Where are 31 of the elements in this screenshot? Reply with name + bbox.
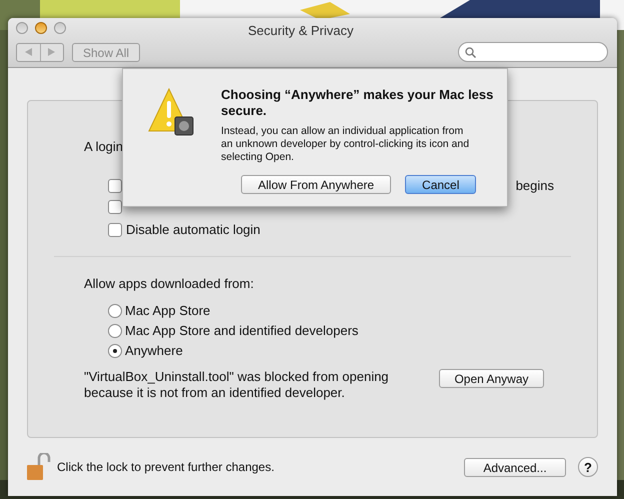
login-text: A login <box>84 138 124 156</box>
checkbox[interactable] <box>108 178 122 192</box>
back-icon <box>24 48 32 56</box>
unlocked-padlock-icon <box>27 453 51 481</box>
alert-message: Instead, you can allow an individual application from an unknown developer by control-clicking its icon and selecting Open. <box>221 125 470 164</box>
minimize-button[interactable] <box>35 22 47 34</box>
checkbox[interactable] <box>108 222 122 236</box>
dialog-button[interactable]: Cancel <box>405 175 476 194</box>
login-text: begins <box>516 176 554 195</box>
lock-message: Click the lock to prevent further changes. <box>57 459 274 476</box>
section-heading: Allow apps downloaded from: <box>84 274 255 293</box>
search-icon <box>465 46 476 58</box>
zoom-button[interactable] <box>54 22 66 34</box>
radio-button[interactable] <box>108 324 122 338</box>
search-field[interactable] <box>458 42 608 62</box>
help-button[interactable]: ? <box>578 457 598 477</box>
dialog-button[interactable]: Allow From Anywhere <box>241 175 392 194</box>
radio-label: Anywhere <box>125 342 183 360</box>
open-anyway-button[interactable]: Open Anyway <box>439 369 544 388</box>
radio-button[interactable] <box>108 344 122 358</box>
close-button[interactable] <box>16 22 28 34</box>
window-title: Security & Privacy <box>248 22 354 40</box>
radio-button[interactable] <box>108 304 122 318</box>
radio-label: Mac App Store <box>125 302 210 320</box>
checkbox-label: Disable automatic login <box>126 220 260 239</box>
alert-title: Choosing “Anywhere” makes your Mac less secure. <box>221 87 494 119</box>
radio-label: Mac App Store and identified developers <box>125 322 358 340</box>
advanced-button[interactable]: Advanced... <box>464 458 566 476</box>
blocked-message: "VirtualBox_Uninstall.tool" was blocked from opening because it is not from an identified developer. <box>84 369 390 401</box>
forward-icon <box>48 48 56 56</box>
checkbox[interactable] <box>108 200 122 214</box>
